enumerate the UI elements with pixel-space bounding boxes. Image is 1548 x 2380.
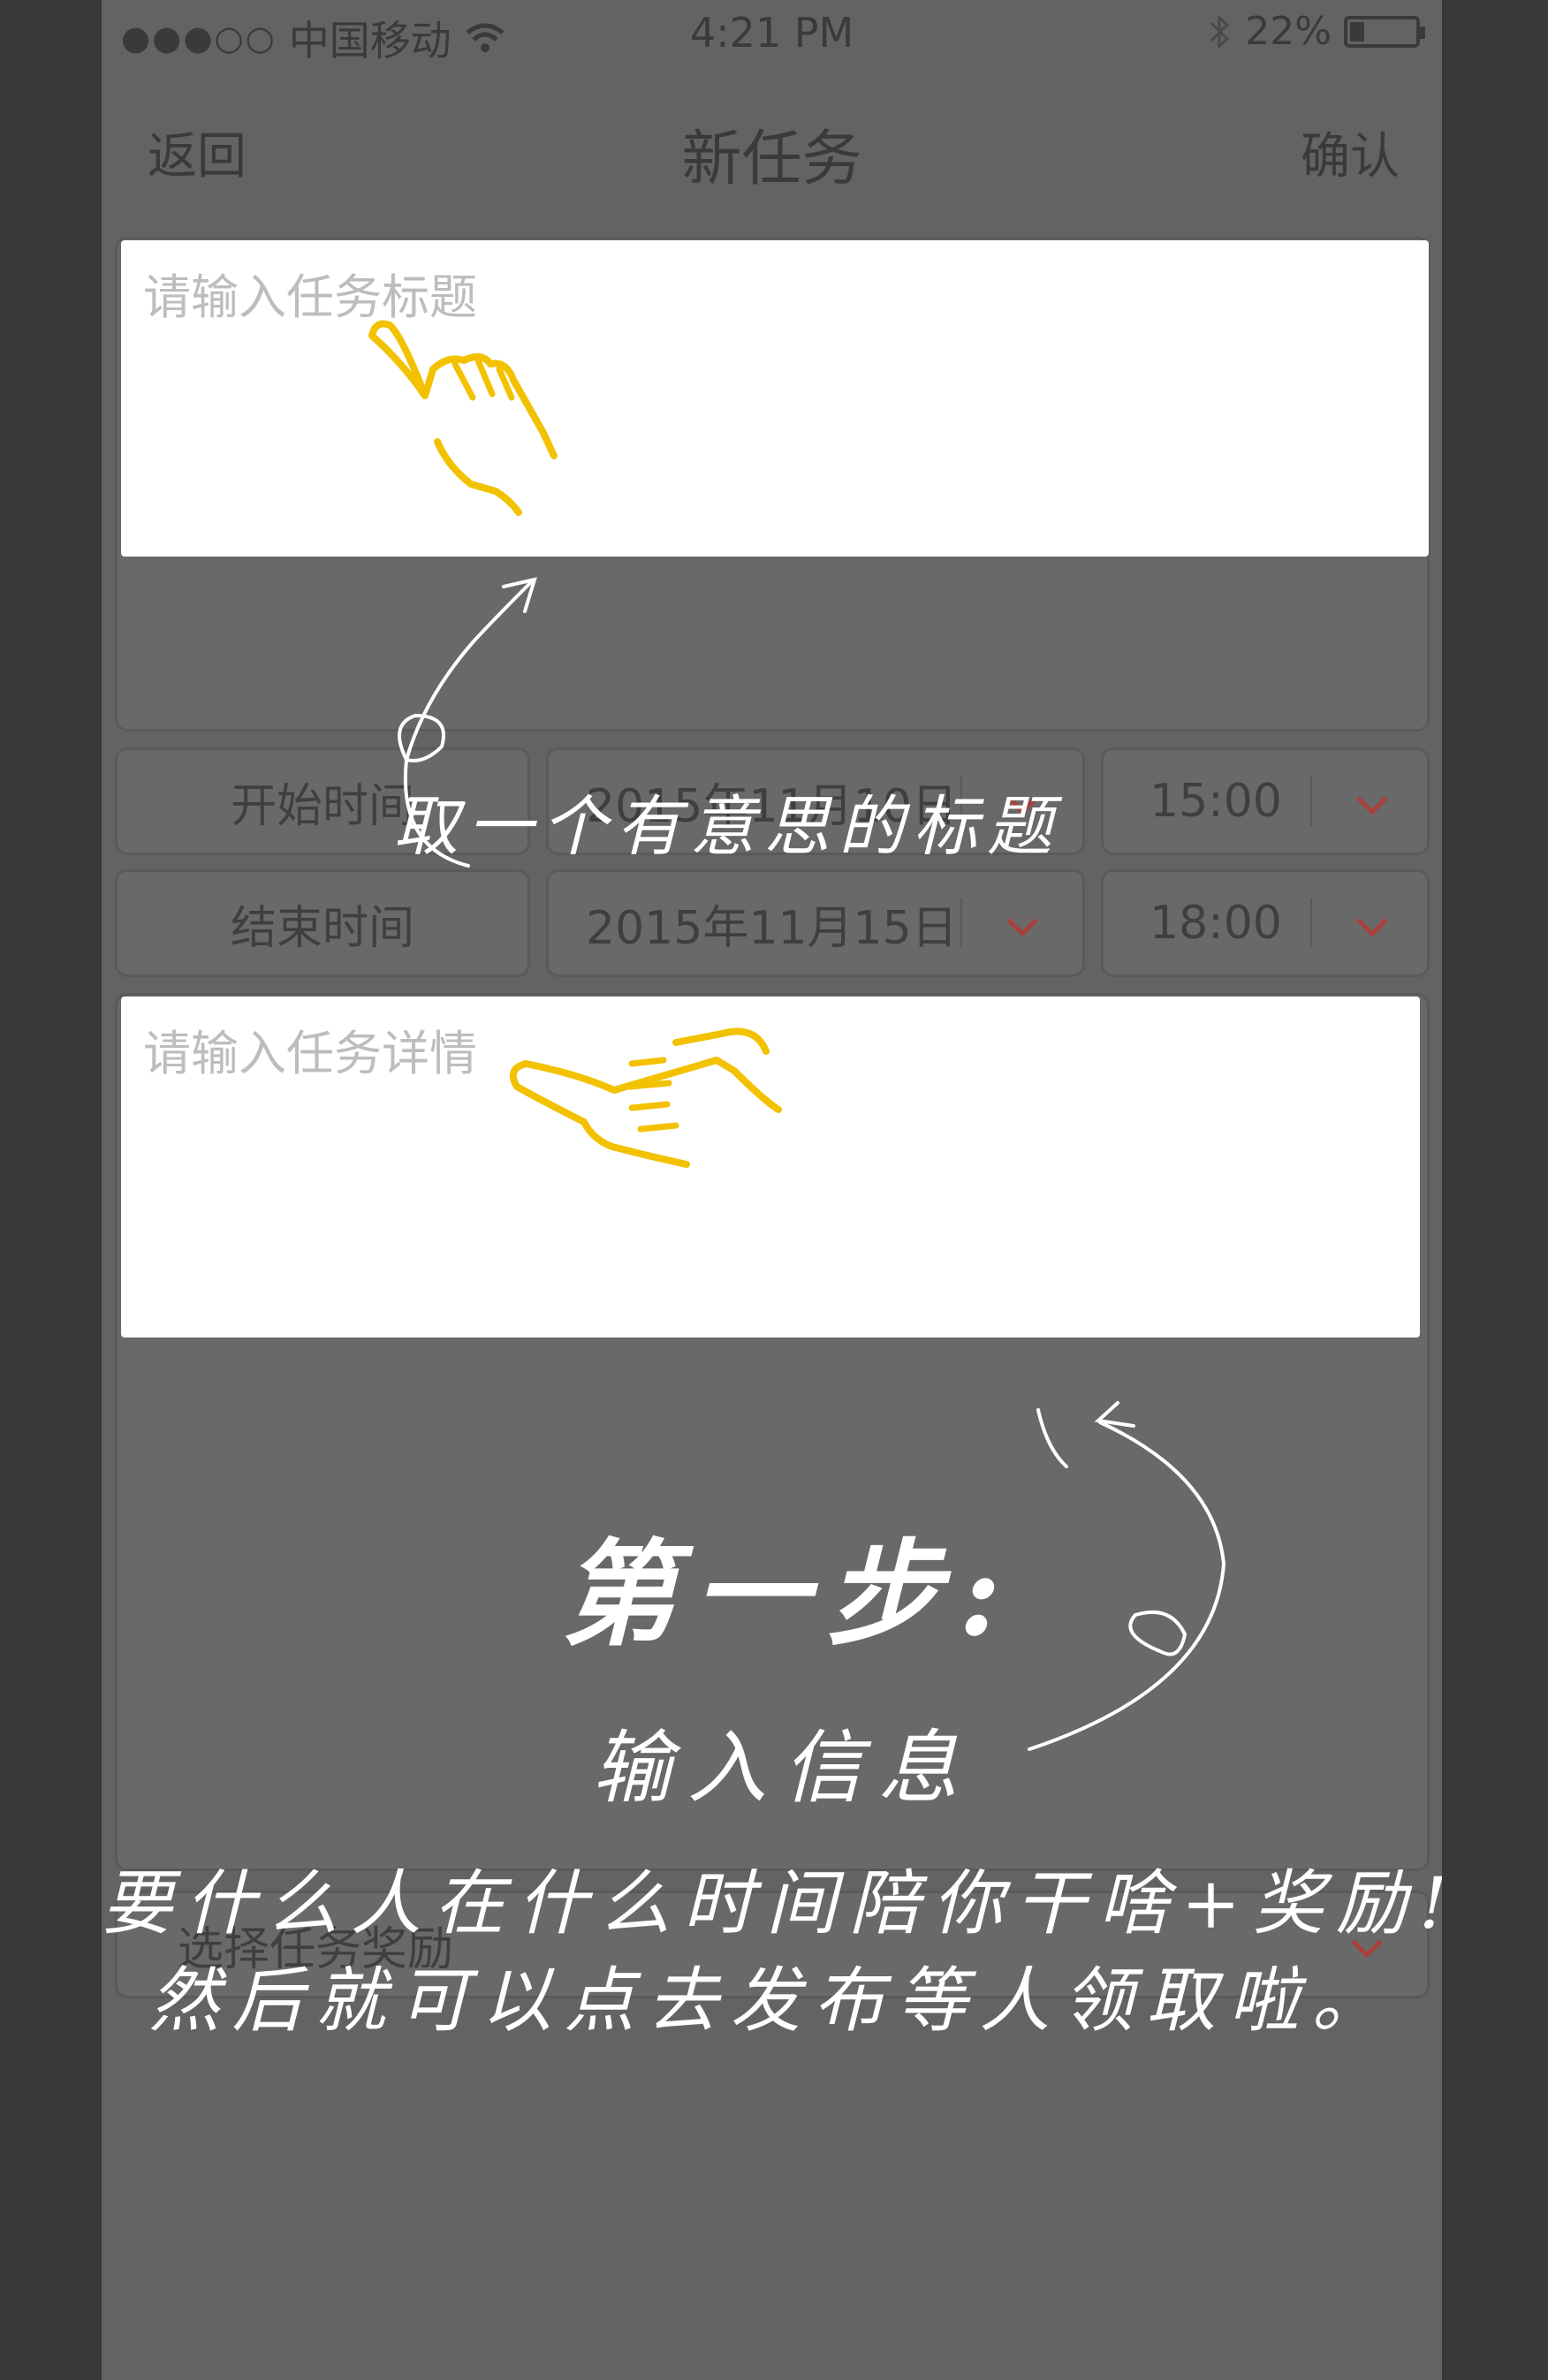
- end-time-value: 18:00: [1150, 897, 1282, 950]
- status-bar: ●●●○○ 中国移动 4:21 PM 22%: [102, 0, 1442, 71]
- task-detail-placeholder: 请输入任务详情: [143, 1026, 477, 1081]
- pointing-hand-icon: [368, 320, 558, 516]
- end-date-value: 2015年11月15日: [586, 901, 958, 955]
- chevron-down-icon[interactable]: [1354, 787, 1390, 822]
- step-description-line2: 然后就可以点去发布等人领取啦。: [148, 1959, 1395, 2042]
- start-time-value: 15:00: [1150, 775, 1282, 828]
- title-hint-annotation: 取一个有意思的标题: [393, 789, 1061, 865]
- pointing-hand-icon: [509, 1027, 782, 1168]
- battery-percent: 22%: [1245, 9, 1332, 54]
- end-date-picker[interactable]: 2015年11月15日: [546, 869, 1085, 977]
- start-time-picker[interactable]: 15:00: [1101, 747, 1430, 855]
- chevron-down-icon[interactable]: [1005, 909, 1040, 944]
- page-title: 新任务: [681, 125, 862, 194]
- step-heading: 第一步:: [561, 1527, 1019, 1662]
- confirm-button[interactable]: 确认: [1301, 117, 1400, 188]
- step-subheading: 输入信息: [592, 1722, 974, 1815]
- step-description-line1: 要什么人在什么时间陪你干啥+奖励!: [102, 1862, 1442, 1944]
- end-time-picker[interactable]: 18:00: [1101, 869, 1430, 977]
- app-screen: ●●●○○ 中国移动 4:21 PM 22% 返回 新任务 确认 请输入任务标题: [102, 0, 1442, 2380]
- bluetooth-icon: [1210, 14, 1230, 49]
- end-time-label-cell: 结束时间: [115, 869, 530, 977]
- task-title-input[interactable]: 请输入任务标题: [121, 240, 1429, 557]
- curly-arrow-loop-icon: [1028, 1401, 1226, 1751]
- battery-icon: [1344, 15, 1425, 48]
- end-time-label: 结束时间: [230, 901, 414, 955]
- navigation-bar: 返回 新任务 确认: [102, 88, 1442, 203]
- chevron-down-icon[interactable]: [1354, 909, 1390, 944]
- battery-level: [1350, 21, 1364, 42]
